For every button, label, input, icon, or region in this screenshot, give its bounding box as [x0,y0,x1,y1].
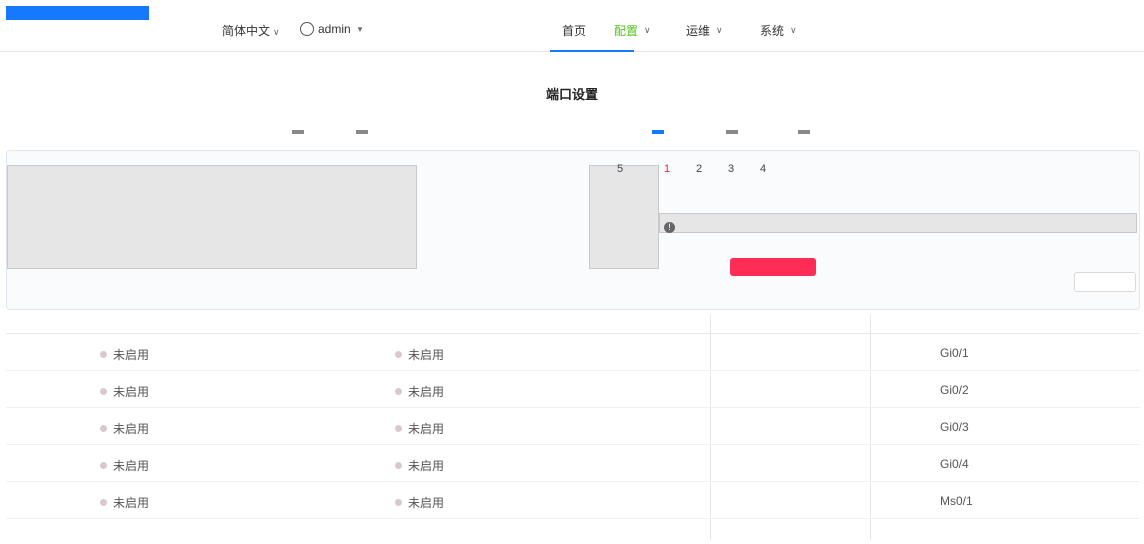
port-name: Gi0/2 [940,383,969,397]
status-text: 未启用 [408,422,445,436]
nav-system[interactable]: 系统 ∨ [760,22,797,39]
port-number[interactable]: 4 [760,163,766,175]
status-text: 未启用 [408,348,445,362]
table-header [6,314,1140,334]
status-text: 未启用 [113,422,150,436]
status-text: 未启用 [113,459,150,473]
nav-system-label: 系统 [760,24,785,38]
page-title: 端口设置 [545,87,598,102]
brand-logo[interactable] [6,6,149,20]
status-text: 未启用 [408,496,445,510]
apply-button[interactable] [730,258,816,276]
status-cell: 未启用 [395,383,444,400]
status-dot-icon [395,462,402,469]
toolbar-icon [798,130,810,134]
nav-operations[interactable]: 运维 ∨ [686,22,723,39]
user-name: admin [318,22,351,36]
table-row[interactable]: 未启用 未启用 Gi0/3 [6,408,1140,445]
status-dot-icon [395,499,402,506]
chevron-down-icon: ∨ [716,25,723,35]
status-text: 未启用 [113,496,150,510]
status-text: 未启用 [113,385,150,399]
status-cell: 未启用 [395,420,444,437]
port-block [589,165,659,269]
port-number[interactable]: 2 [696,163,702,175]
chevron-down-icon: ∨ [644,25,651,35]
device-panel [6,150,1140,310]
status-cell: 未启用 [395,457,444,474]
nav-home[interactable]: 首页 [562,22,586,39]
status-dot-icon [100,462,107,469]
user-menu[interactable]: admin ▾ [300,22,362,36]
toolbar-icon [292,130,304,134]
status-cell: 未启用 [100,383,149,400]
port-name: Gi0/1 [940,346,969,360]
toolbar-button[interactable] [798,124,810,140]
user-icon [300,22,314,36]
toolbar-button[interactable] [726,124,738,140]
port-number[interactable]: 3 [728,163,734,175]
port-number-selected[interactable]: 1 [664,163,670,175]
toolbar-button[interactable] [292,124,304,140]
status-cell: 未启用 [100,494,149,511]
port-number[interactable]: 5 [617,163,623,175]
nav-config-label: 配置 [614,24,639,38]
status-dot-icon [100,351,107,358]
toolbar-button[interactable] [652,124,664,140]
nav-home-label: 首页 [562,24,587,38]
status-cell: 未启用 [100,346,149,363]
status-cell: 未启用 [100,420,149,437]
status-dot-icon [100,499,107,506]
port-name: Gi0/3 [940,420,969,434]
status-text: 未启用 [113,348,150,362]
chevron-down-icon: ∨ [790,25,797,35]
toolbar-icon [726,130,738,134]
toolbar-icon [652,130,664,134]
toolbar-icon [356,130,368,134]
port-block [7,165,417,269]
language-selector[interactable]: 简体中文 ∨ [222,22,280,39]
caret-down-icon: ▾ [357,23,363,34]
active-nav-indicator [550,50,634,52]
table-row[interactable]: 未启用 未启用 Ms0/1 [6,482,1140,519]
port-name: Ms0/1 [940,494,973,508]
nav-operations-label: 运维 [686,24,711,38]
nav-config[interactable]: 配置 ∨ [614,22,651,39]
status-text: 未启用 [408,385,445,399]
toolbar [6,124,1140,140]
status-dot-icon [395,388,402,395]
chevron-down-icon: ∨ [273,27,280,37]
status-dot-icon [100,388,107,395]
port-table: 未启用 未启用 Gi0/1 未启用 未启用 Gi0/2 未启用 未启用 Gi0/… [6,314,1140,540]
status-dot-icon [395,351,402,358]
status-dot-icon [100,425,107,432]
status-cell: 未启用 [395,494,444,511]
status-cell: 未启用 [395,346,444,363]
top-navigation-bar: 简体中文 ∨ admin ▾ 首页 配置 ∨ 运维 ∨ 系统 ∨ [0,0,1144,52]
status-cell: 未启用 [100,457,149,474]
dropdown-select[interactable] [1074,272,1136,292]
table-row[interactable]: 未启用 未启用 Gi0/2 [6,371,1140,408]
port-block [659,213,1137,233]
table-row[interactable]: 未启用 未启用 Gi0/1 [6,334,1140,371]
language-label: 简体中文 [222,24,271,38]
status-dot-icon [395,425,402,432]
table-row[interactable]: 未启用 未启用 Gi0/4 [6,445,1140,482]
port-name: Gi0/4 [940,457,969,471]
info-icon: ! [664,222,675,233]
info-tip: ! [664,222,675,233]
toolbar-button[interactable] [356,124,368,140]
status-text: 未启用 [408,459,445,473]
